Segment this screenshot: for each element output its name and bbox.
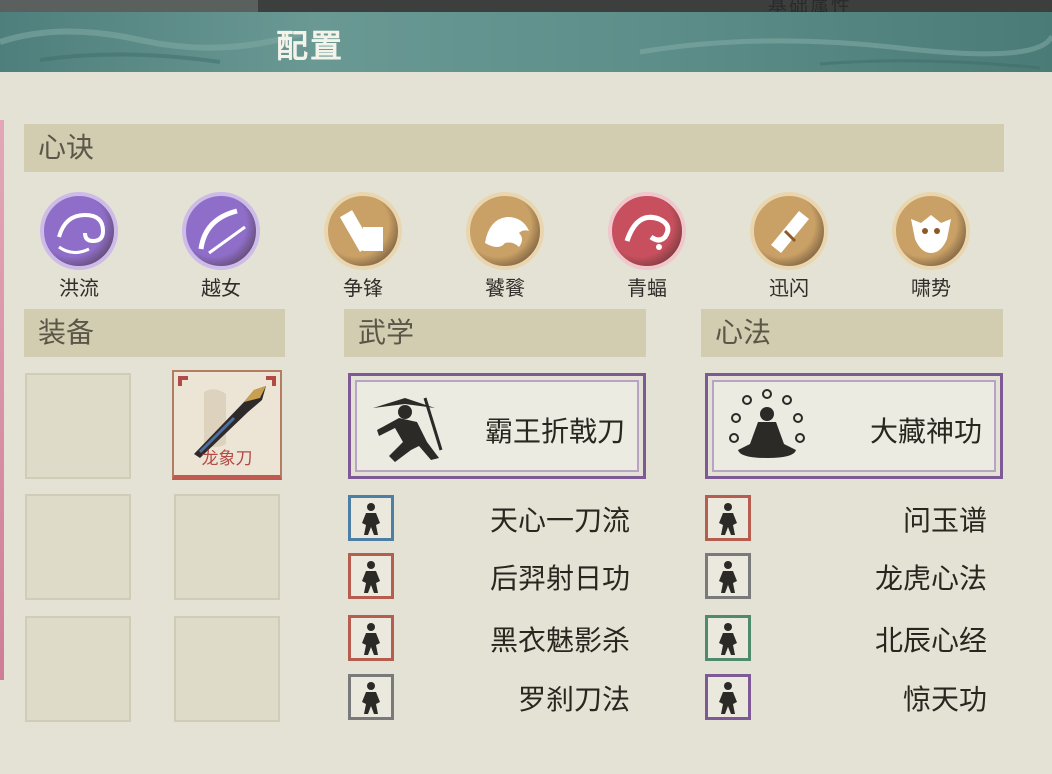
wuxue-skill-row[interactable]: 罗刹刀法	[348, 674, 630, 720]
wuxue-skill-name: 天心一刀流	[489, 504, 630, 537]
weapon-name: 龙象刀	[201, 449, 253, 469]
xinfa-skill-row[interactable]: 龙虎心法	[705, 553, 987, 599]
equipment-slot-empty[interactable]	[25, 616, 131, 722]
xinjue-skill[interactable]: 迅闪	[744, 192, 834, 301]
equipment-slot-empty[interactable]	[174, 494, 280, 600]
swordsman-icon	[348, 495, 394, 541]
wuxue-skill-row[interactable]: 黑衣魅影杀	[348, 615, 630, 661]
xinfa-skill-name: 龙虎心法	[874, 562, 987, 595]
xinfa-skill-name: 北辰心经	[874, 624, 987, 657]
wuxue-main-card[interactable]: 霸王折戟刀	[348, 373, 646, 479]
title-bar: 配置	[0, 12, 1052, 72]
xinjue-skill-label: 啸势	[911, 276, 951, 300]
xinjue-skill-label: 迅闪	[769, 276, 809, 300]
sage-icon	[705, 615, 751, 661]
warrior-swordsman-icon	[373, 397, 443, 462]
xinfa-skill-row[interactable]: 问玉谱	[705, 495, 987, 541]
blade-icon	[750, 192, 828, 270]
xinfa-main-name: 大藏神功	[869, 415, 982, 448]
dancer-icon	[705, 674, 751, 720]
meditation-icon	[705, 495, 751, 541]
wuxue-skill-name: 黑衣魅影杀	[489, 624, 630, 657]
page-title: 配置	[276, 27, 345, 65]
wuxue-main-name: 霸王折戟刀	[484, 415, 625, 448]
section-header-zhuangbei: 装备	[24, 309, 285, 357]
wuxue-skill-name: 后羿射日功	[489, 562, 630, 595]
xinjue-skill[interactable]: 饕餮	[460, 192, 550, 301]
beast-icon	[466, 192, 544, 270]
wuxue-skill-row[interactable]: 后羿射日功	[348, 553, 630, 599]
hammer-icon	[324, 192, 402, 270]
equipment-slot-weapon[interactable]: 龙象刀	[172, 370, 282, 480]
xinjue-skill[interactable]: 洪流	[34, 192, 124, 301]
wuxue-skill-row[interactable]: 天心一刀流	[348, 495, 630, 541]
bat-swirl-icon	[608, 192, 686, 270]
equipment-slot-empty[interactable]	[174, 616, 280, 722]
left-panel-edge	[0, 120, 4, 680]
xinjue-skill[interactable]: 啸势	[886, 192, 976, 301]
archer-icon	[348, 553, 394, 599]
xinjue-skill[interactable]: 青蝠	[602, 192, 692, 301]
section-header-xinjue: 心诀	[24, 124, 1004, 172]
meditating-monk-icon	[729, 389, 805, 458]
xinjue-skill-label: 洪流	[59, 276, 99, 300]
xinjue-skill[interactable]: 争锋	[318, 192, 408, 301]
equipment-slot-empty[interactable]	[25, 373, 131, 479]
sword-arc-icon	[182, 192, 260, 270]
xinfa-main-card[interactable]: 大藏神功	[705, 373, 1003, 479]
xinjue-skill-label: 越女	[201, 276, 241, 300]
equipment-slot-empty[interactable]	[25, 494, 131, 600]
tiger-mask-icon	[892, 192, 970, 270]
xinjue-skill-label: 青蝠	[627, 276, 667, 300]
xinfa-skill-row[interactable]: 北辰心经	[705, 615, 987, 661]
ink-cloud-decoration	[0, 28, 1052, 70]
dragon-tiger-icon	[705, 553, 751, 599]
xinjue-skill-label: 饕餮	[485, 276, 525, 300]
wave-swirl-icon	[40, 192, 118, 270]
section-header-wuxue: 武学	[344, 309, 646, 357]
section-header-xinfa: 心法	[701, 309, 1003, 357]
xinjue-skill[interactable]: 越女	[176, 192, 266, 301]
blade-fighter-icon	[348, 674, 394, 720]
xinfa-skill-row[interactable]: 惊天功	[705, 674, 987, 720]
wuxue-skill-name: 罗刹刀法	[517, 683, 630, 716]
background-window-strip: 基础属性	[0, 0, 1052, 17]
xinfa-skill-name: 惊天功	[902, 683, 987, 716]
xinfa-skill-name: 问玉谱	[902, 504, 987, 537]
assassin-icon	[348, 615, 394, 661]
xinjue-skill-label: 争锋	[343, 276, 383, 300]
